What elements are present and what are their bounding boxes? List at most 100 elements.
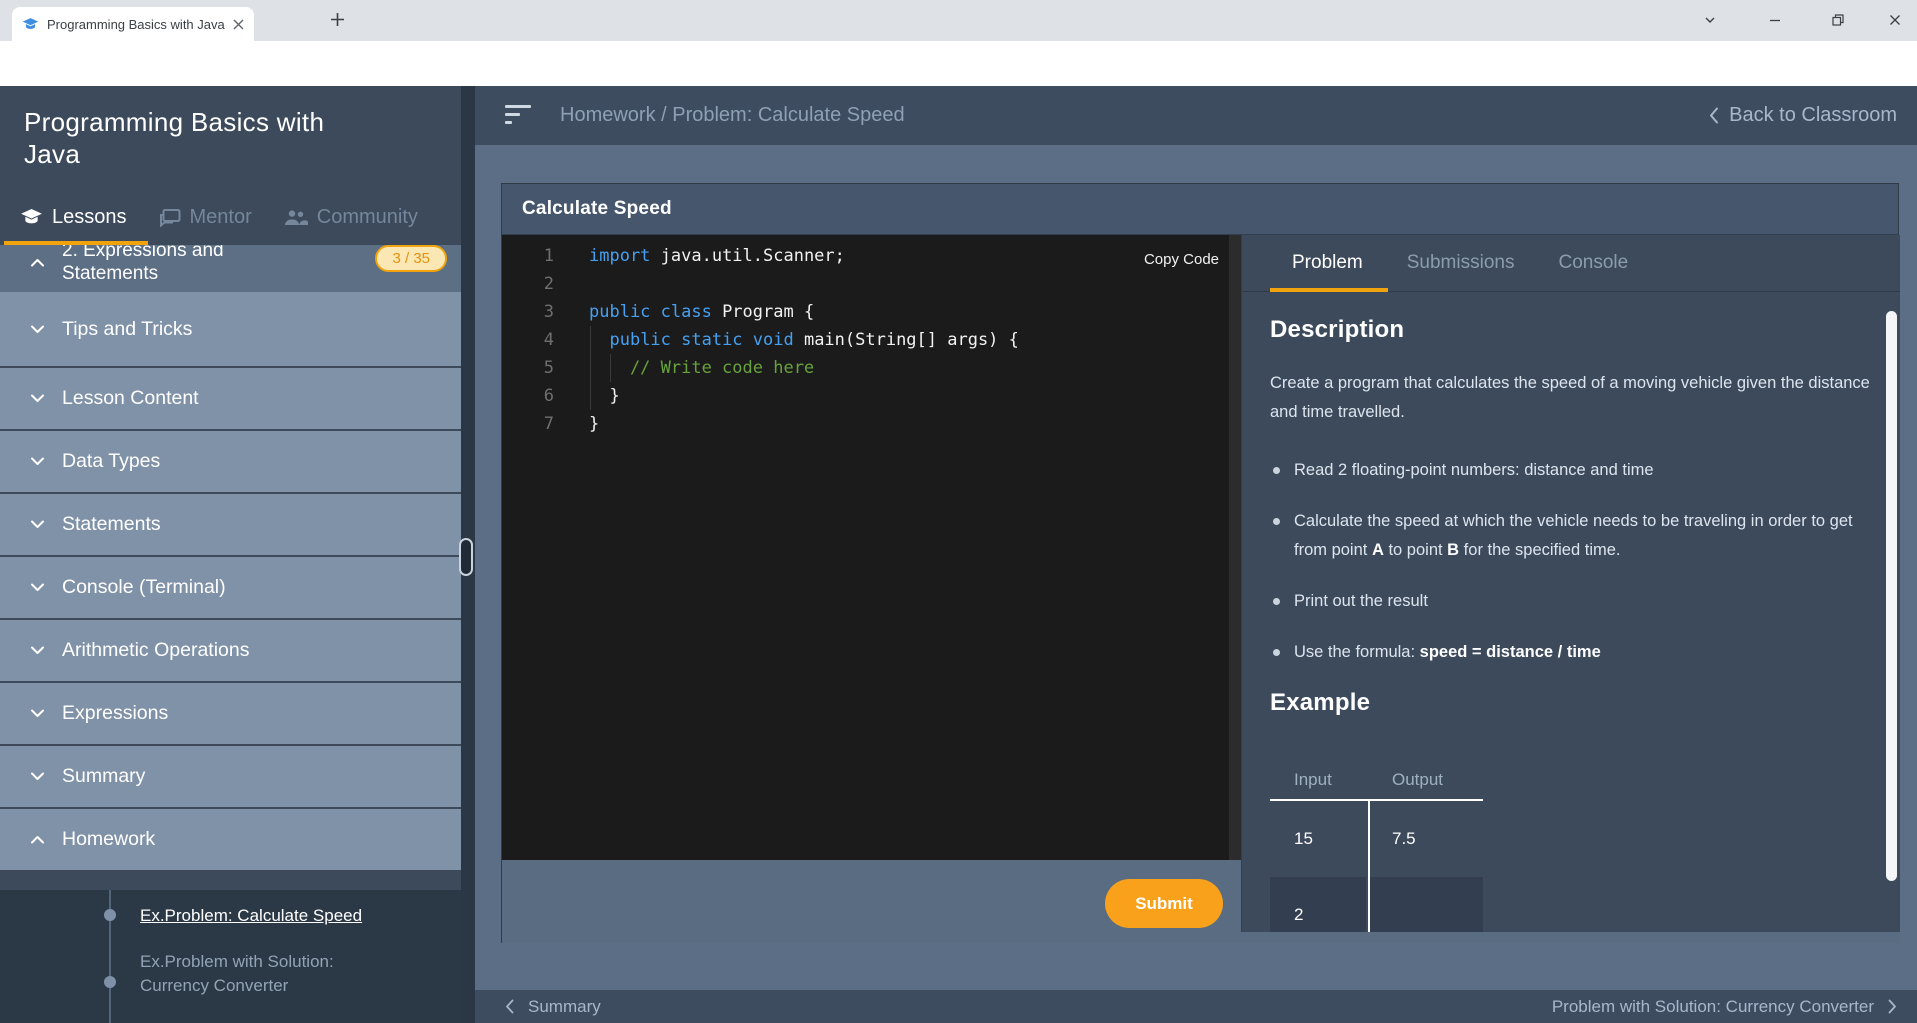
sidebar-tab-mentor[interactable]: Mentor xyxy=(159,206,252,229)
description-bullet: Calculate the speed at which the vehicle… xyxy=(1270,507,1886,565)
copy-code-button[interactable]: Copy Code xyxy=(1144,251,1219,268)
sidebar-tab-label: Mentor xyxy=(190,206,252,229)
panel-scrollbar[interactable] xyxy=(1886,311,1897,881)
chevron-down-icon xyxy=(30,520,45,529)
browser-tab-strip: Programming Basics with Java xyxy=(0,0,1917,41)
bullet-icon xyxy=(104,909,116,921)
chevron-up-icon xyxy=(30,254,45,272)
sidebar-item-arithmetic-operations[interactable]: Arithmetic Operations xyxy=(0,620,461,683)
sidebar-item-console-terminal[interactable]: Console (Terminal) xyxy=(0,557,461,620)
sidebar-drag-handle[interactable] xyxy=(459,538,473,576)
sidebar-tab-lessons[interactable]: Lessons xyxy=(20,206,127,229)
indent-guide xyxy=(610,354,611,382)
table-cell: 2 xyxy=(1270,877,1366,932)
progress-badge: 3 / 35 xyxy=(375,245,447,272)
sidebar-module-header[interactable]: 2. Expressions and Statements 3 / 35 xyxy=(0,245,461,292)
description-text: Create a program that calculates the spe… xyxy=(1270,369,1870,427)
window-minimize-button[interactable] xyxy=(1768,13,1782,27)
submit-button[interactable]: Submit xyxy=(1105,879,1223,928)
chevron-down-icon xyxy=(30,394,45,403)
tab-problem[interactable]: Problem xyxy=(1270,252,1385,274)
line-number: 3 xyxy=(502,298,554,326)
description-bullet: Use the formula: speed = distance / time xyxy=(1270,638,1886,667)
window-close-button[interactable] xyxy=(1888,13,1902,27)
code-text: public static void main(String[] args) { xyxy=(589,326,1019,354)
code-text: public class Program { xyxy=(589,298,814,326)
browser-toolbar: learn.softuni.org/engine/1018/1/?type=co… xyxy=(0,41,1917,86)
sidebar-item-expressions[interactable]: Expressions xyxy=(0,683,461,746)
chevron-left-icon xyxy=(1709,107,1719,124)
course-title: Programming Basics with Java xyxy=(24,106,374,170)
code-line[interactable]: 6 } xyxy=(502,382,1241,410)
chevron-down-icon xyxy=(30,646,45,655)
code-line[interactable]: 2 xyxy=(502,270,1241,298)
table-row: 157.5 xyxy=(1270,801,1483,877)
sidebar-tab-label: Community xyxy=(317,206,418,229)
tab-title: Programming Basics with Java xyxy=(47,17,227,32)
panel-tabs: ProblemSubmissionsConsole xyxy=(1242,235,1900,292)
example-heading: Example xyxy=(1270,689,1886,717)
sidebar-item-summary[interactable]: Summary xyxy=(0,746,461,809)
table-row: 2 xyxy=(1270,877,1483,932)
chevron-up-icon xyxy=(30,835,45,844)
sidebar-item-data-types[interactable]: Data Types xyxy=(0,431,461,494)
code-line[interactable]: 1import java.util.Scanner; xyxy=(502,242,1241,270)
sidebar-item-statements[interactable]: Statements xyxy=(0,494,461,557)
prev-lesson-link[interactable]: Summary xyxy=(505,997,601,1017)
chevron-right-icon xyxy=(1888,999,1897,1014)
next-lesson-link[interactable]: Problem with Solution: Currency Converte… xyxy=(1552,997,1897,1017)
line-number: 1 xyxy=(502,242,554,270)
problem-card-header: Calculate Speed xyxy=(502,184,1898,235)
indent-guide xyxy=(590,326,591,410)
line-number: 6 xyxy=(502,382,554,410)
course-tabs: Lessons Mentor Community xyxy=(0,190,461,245)
problem-card: Calculate Speed 1import java.util.Scanne… xyxy=(501,183,1899,943)
sidebar-subitem-label: Ex.Problem: Calculate Speed xyxy=(140,906,362,925)
sidebar-item-tips-and-tricks[interactable]: Tips and Tricks xyxy=(0,292,461,368)
sidebar-item-label: Expressions xyxy=(62,702,168,725)
code-line[interactable]: 4 public static void main(String[] args)… xyxy=(502,326,1241,354)
active-tab-underline xyxy=(1270,288,1388,292)
table-cell xyxy=(1368,877,1483,932)
window-restore-button[interactable] xyxy=(1831,13,1845,27)
homework-expanded-section: Ex.Problem: Calculate Speed Ex.Problem wi… xyxy=(0,890,461,1023)
sidebar-subitem-label: Ex.Problem with Solution: Currency Conve… xyxy=(140,952,334,995)
tab-close-icon[interactable] xyxy=(233,19,244,30)
lesson-topbar: Homework / Problem: Calculate Speed Back… xyxy=(461,86,1917,145)
code-line[interactable]: 3 public class Program { xyxy=(502,298,1241,326)
course-sidebar: Programming Basics with Java Lessons Ment… xyxy=(0,86,461,1023)
problem-title: Calculate Speed xyxy=(522,198,672,220)
back-to-classroom-link[interactable]: Back to Classroom xyxy=(1709,104,1897,127)
lesson-list-icon[interactable] xyxy=(505,105,531,129)
chevron-down-icon xyxy=(30,583,45,592)
line-number: 5 xyxy=(502,354,554,382)
chevron-down-icon xyxy=(30,325,45,334)
editor-scrollbar[interactable] xyxy=(1229,235,1241,860)
chevron-left-icon xyxy=(505,999,514,1014)
new-tab-button[interactable] xyxy=(330,12,345,27)
sidebar-subitem-ex-problem-with-solution-currency-converter[interactable]: Ex.Problem with Solution: Currency Conve… xyxy=(140,950,385,998)
code-line[interactable]: 7} xyxy=(502,410,1241,438)
browser-window: Programming Basics with Java xyxy=(0,0,1917,1023)
sidebar-item-label: Arithmetic Operations xyxy=(62,639,250,662)
sidebar-item-label: Lesson Content xyxy=(62,387,199,410)
line-number: 2 xyxy=(502,270,554,298)
mentor-icon xyxy=(159,209,181,227)
sidebar-item-homework[interactable]: Homework xyxy=(0,809,461,872)
code-text: } xyxy=(589,410,599,438)
code-line[interactable]: 5 // Write code here xyxy=(502,354,1241,382)
sidebar-item-label: Summary xyxy=(62,765,145,788)
description-heading: Description xyxy=(1270,316,1886,344)
tab-submissions[interactable]: Submissions xyxy=(1385,252,1537,274)
sidebar-item-lesson-content[interactable]: Lesson Content xyxy=(0,368,461,431)
problem-panel: ProblemSubmissionsConsole Description Cr… xyxy=(1241,235,1900,932)
window-chevron-icon[interactable] xyxy=(1703,13,1717,27)
module-label: 2. Expressions and Statements xyxy=(62,245,262,285)
sidebar-item-label: Data Types xyxy=(62,450,160,473)
browser-tab[interactable]: Programming Basics with Java xyxy=(12,7,254,41)
sidebar-tab-community[interactable]: Community xyxy=(284,206,418,229)
code-editor[interactable]: 1import java.util.Scanner;23 public class… xyxy=(502,235,1241,860)
tab-console[interactable]: Console xyxy=(1536,252,1650,274)
table-column-divider xyxy=(1368,799,1370,932)
sidebar-subitem-ex-problem-calculate-speed[interactable]: Ex.Problem: Calculate Speed xyxy=(140,904,385,928)
